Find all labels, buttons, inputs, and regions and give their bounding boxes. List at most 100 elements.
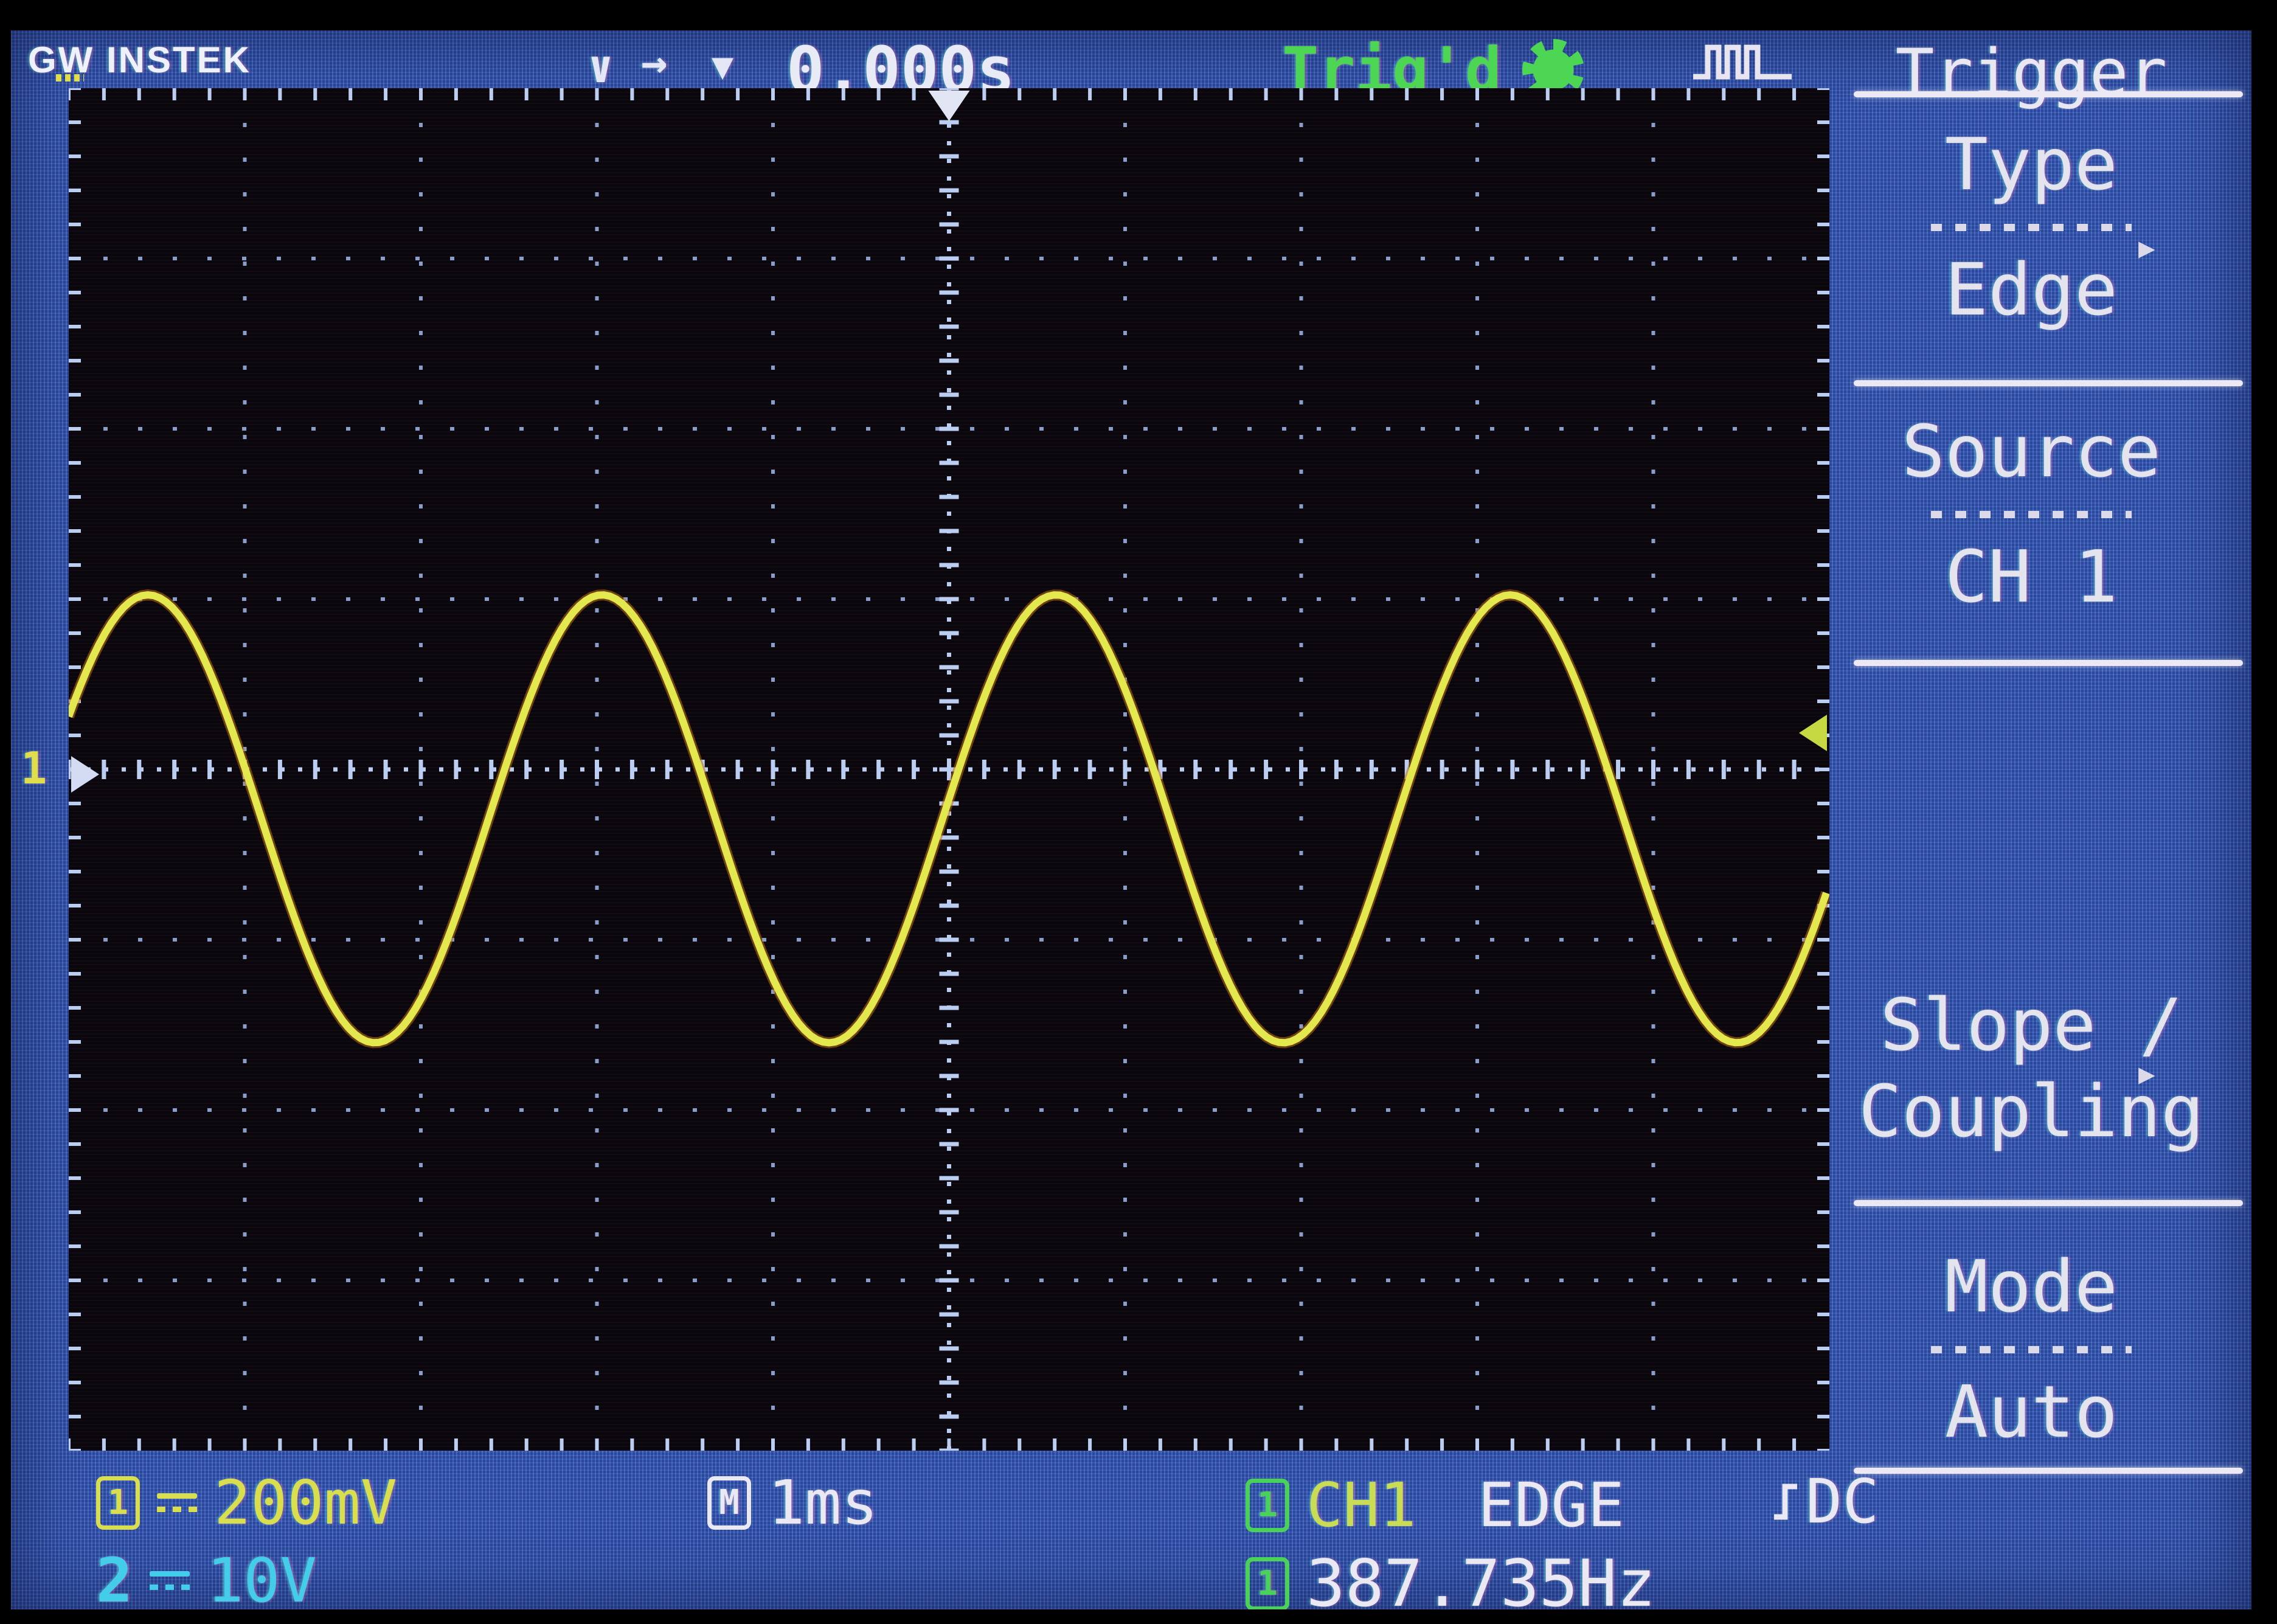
ch2-volts-per-div: 10V (207, 1545, 317, 1609)
edge-tick (69, 1040, 81, 1044)
center-tick (940, 461, 959, 465)
edge-tick (1817, 836, 1829, 839)
edge-tick (69, 904, 81, 907)
menu-item-mode[interactable]: Mode Auto (1835, 1244, 2227, 1455)
edge-tick (1817, 1074, 1829, 1078)
edge-tick (69, 972, 81, 976)
edge-tick (69, 1449, 81, 1451)
center-tick (876, 760, 881, 779)
menu-separator (1854, 660, 2243, 666)
dc-coupling-icon (157, 1490, 197, 1516)
ch2-scale-readout: 2 10V (96, 1545, 317, 1609)
trigger-type: EDGE (1478, 1470, 1624, 1541)
edge-tick (69, 88, 81, 90)
trigger-level-marker[interactable] (1799, 715, 1827, 751)
center-tick (940, 1415, 959, 1419)
edge-tick (69, 495, 81, 499)
edge-tick (1817, 1279, 1829, 1282)
edge-tick (69, 802, 81, 805)
edge-tick (665, 88, 669, 100)
trigger-channel-badge: 1 (1246, 1479, 1289, 1532)
menu-item-value: CH 1 (1945, 534, 2118, 620)
edge-tick (525, 1438, 529, 1451)
edge-tick (69, 870, 81, 873)
edge-tick (1300, 1438, 1303, 1451)
edge-tick (69, 1006, 81, 1010)
menu-item-type[interactable]: Type Edge (1835, 122, 2227, 333)
edge-tick (137, 88, 141, 100)
graticule (69, 88, 1829, 1451)
edge-tick (1334, 1438, 1338, 1451)
edge-tick (1817, 938, 1829, 942)
center-tick (1792, 760, 1797, 779)
edge-tick (69, 189, 81, 192)
center-tick (1440, 760, 1444, 779)
trigger-marker-icon: ▼ (712, 45, 733, 88)
menu-item-source[interactable]: Source CH 1 (1835, 409, 2227, 620)
center-tick (940, 495, 959, 499)
edge-tick (69, 359, 81, 363)
edge-tick (69, 461, 81, 465)
edge-tick (1686, 88, 1690, 100)
edge-tick (1264, 1438, 1268, 1451)
edge-tick (1053, 1438, 1056, 1451)
center-tick (940, 1313, 959, 1317)
center-tick (940, 1279, 959, 1283)
center-tick (1686, 760, 1691, 779)
edge-tick (69, 223, 81, 226)
center-tick (1581, 760, 1585, 779)
trigger-position-marker[interactable] (929, 91, 970, 121)
trigger-source-readout: 1 CH1 (1246, 1470, 1416, 1541)
ch1-ground-marker[interactable] (71, 756, 99, 793)
edge-tick (1017, 1438, 1021, 1451)
center-tick (1193, 760, 1197, 779)
edge-tick (419, 1438, 423, 1451)
center-tick (940, 1040, 959, 1044)
edge-tick (1792, 1438, 1796, 1451)
edge-tick (278, 88, 282, 100)
edge-tick (1817, 1381, 1829, 1384)
center-tick (940, 1074, 959, 1078)
dashed-divider (1931, 511, 2132, 518)
edge-tick (1440, 88, 1444, 100)
edge-tick (842, 88, 845, 100)
menu-item-value: Edge (1945, 247, 2118, 333)
center-tick (1475, 760, 1480, 779)
ch1-ground-marker-label: 1 (21, 743, 47, 794)
center-tick (278, 760, 282, 779)
center-tick (313, 760, 317, 779)
edge-tick (560, 1438, 564, 1451)
oscilloscope-screen: GW INSTEK ∨ → ▼ 0.000s Trig'd Trigger 1 … (11, 30, 2251, 1609)
menu-item-slope-coupling[interactable]: Slope / Coupling (1835, 982, 2227, 1154)
center-tick (940, 870, 959, 874)
edge-tick (1817, 1347, 1829, 1350)
edge-tick (1194, 1438, 1197, 1451)
edge-tick (69, 1381, 81, 1384)
center-tick (940, 631, 959, 636)
center-tick (1053, 760, 1057, 779)
edge-tick (173, 88, 176, 100)
pulse-train-icon (1691, 40, 1795, 85)
edge-tick (1370, 1438, 1373, 1451)
center-tick (1299, 760, 1303, 779)
edge-tick (1581, 88, 1585, 100)
edge-tick (69, 257, 81, 260)
edge-tick (173, 1438, 176, 1451)
edge-tick (1817, 563, 1829, 567)
edge-tick (595, 88, 599, 100)
edge-tick (69, 325, 81, 328)
main-timebase-badge: M (707, 1476, 751, 1530)
edge-tick (1017, 88, 1021, 100)
edge-tick (69, 427, 81, 431)
edge-tick (1652, 88, 1655, 100)
center-tick (1545, 760, 1550, 779)
center-tick (665, 760, 670, 779)
edge-tick (1652, 1438, 1655, 1451)
dashed-divider (1931, 224, 2132, 231)
edge-tick (1123, 1438, 1127, 1451)
center-tick (771, 760, 775, 779)
ch1-volts-per-div: 200mV (214, 1467, 397, 1538)
edge-tick (69, 393, 81, 397)
edge-tick (419, 88, 423, 100)
center-tick (630, 760, 634, 779)
